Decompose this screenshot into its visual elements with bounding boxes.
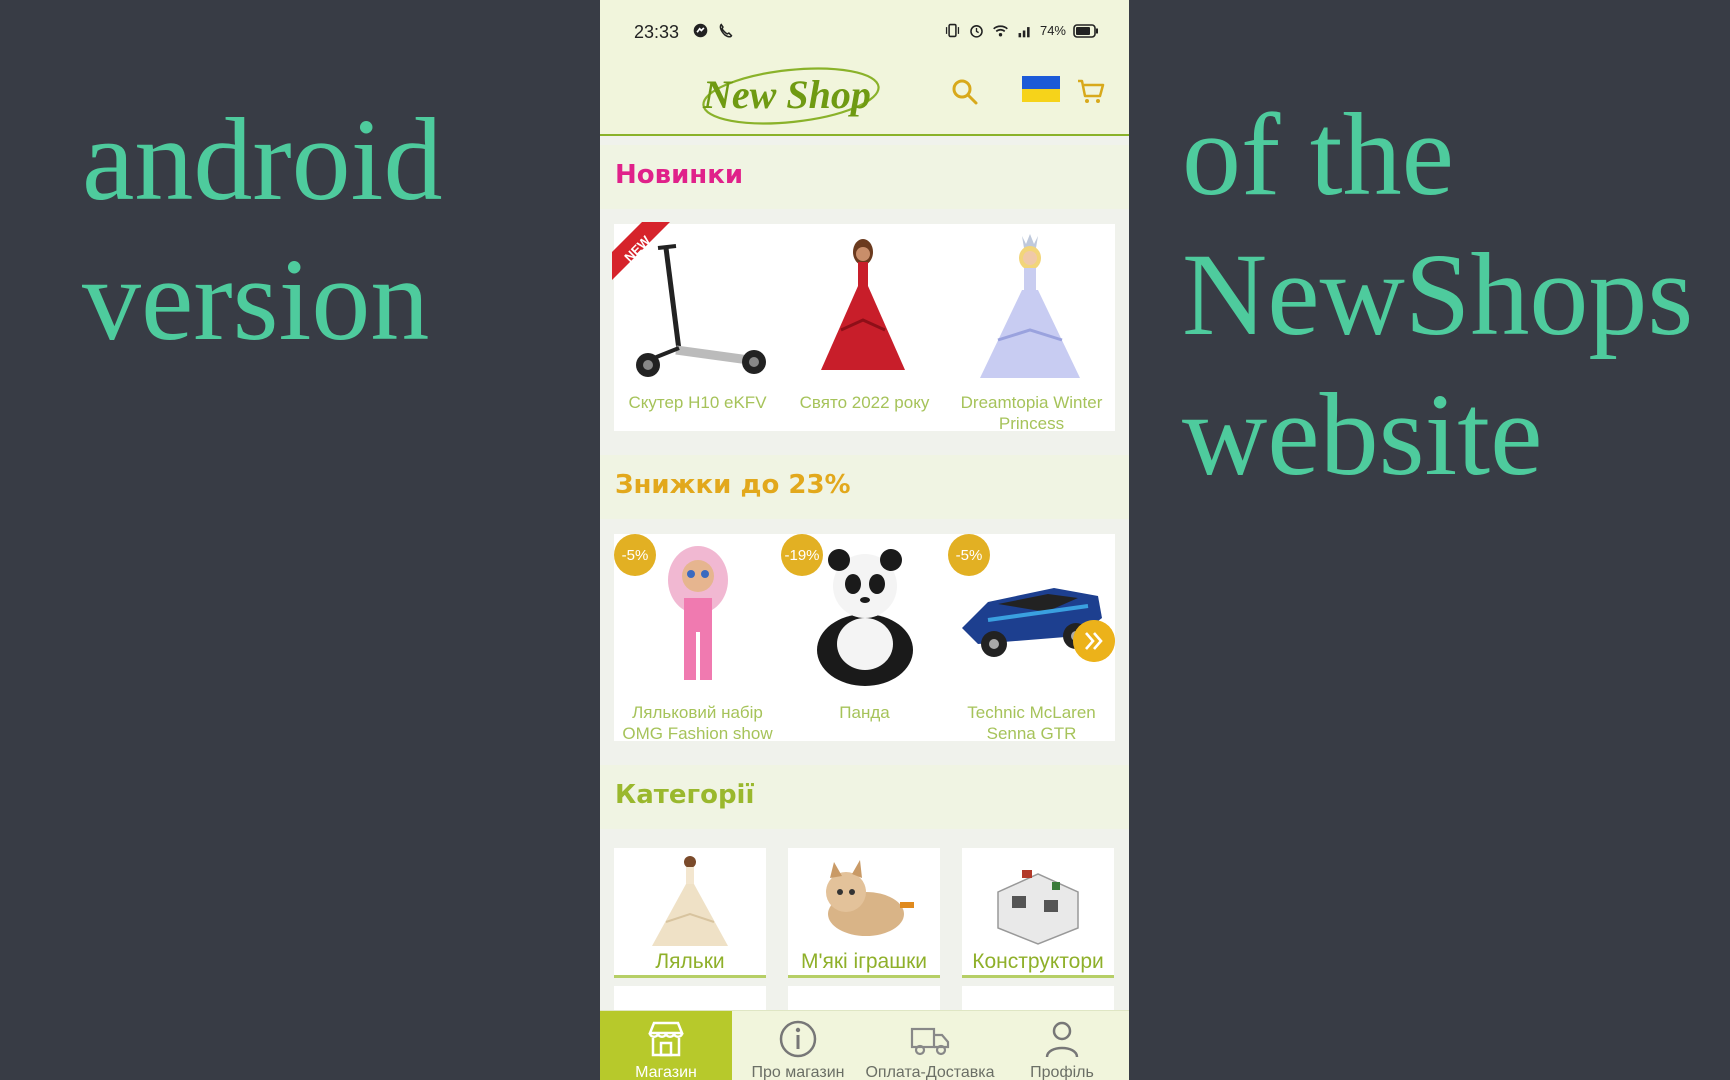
wifi-icon — [993, 25, 1008, 37]
category-name[interactable]: Конструктори — [962, 950, 1114, 974]
nav-item-store[interactable]: Магазин — [600, 1011, 732, 1080]
nav-label: Профіль — [1030, 1064, 1094, 1080]
product-name[interactable]: Dreamtopia Winter Princess — [948, 392, 1115, 434]
discount-badge: -19% — [781, 534, 823, 576]
messenger-icon — [693, 23, 708, 38]
battery-icon — [1073, 23, 1098, 38]
nav-item-about[interactable]: Про магазин — [732, 1011, 864, 1080]
overlay-line: NewShops — [1182, 229, 1694, 360]
overlay-line: version — [82, 234, 430, 365]
store-icon — [648, 1021, 684, 1057]
doll-red-dress-image — [821, 239, 905, 370]
signal-icon — [1018, 27, 1030, 38]
search-icon[interactable] — [950, 77, 980, 107]
info-icon — [779, 1020, 817, 1058]
new-shop-logo[interactable]: New Shop — [695, 64, 885, 126]
carousel-next-icon[interactable] — [1073, 620, 1115, 662]
discount-badge: -5% — [614, 534, 656, 576]
lego-house-image — [997, 870, 1079, 945]
cart-icon[interactable] — [1076, 76, 1106, 106]
phone-screen: 23:33 74% New Shop Новинки NEW Скутер H1… — [600, 0, 1129, 1080]
nav-label: Магазин — [635, 1064, 697, 1080]
delivery-truck-icon — [910, 1027, 950, 1056]
doll-wedding-image — [652, 856, 728, 946]
category-name[interactable]: Ляльки — [614, 950, 766, 974]
product-card[interactable]: Свято 2022 року — [781, 224, 948, 431]
app-header: New Shop — [600, 62, 1129, 136]
category-card[interactable] — [962, 986, 1114, 1010]
nav-item-profile[interactable]: Профіль — [996, 1011, 1128, 1080]
product-name[interactable]: Свято 2022 року — [781, 392, 948, 413]
battery-percent: 74% — [1039, 23, 1066, 38]
phone-call-icon — [719, 23, 733, 38]
discount-badge: -5% — [948, 534, 990, 576]
product-name[interactable]: Панда — [781, 702, 948, 723]
product-name[interactable]: Ляльковий набір OMG Fashion show — [614, 702, 781, 744]
discounts-carousel[interactable]: -5% Ляльковий набір OMG Fashion show -19… — [614, 534, 1115, 744]
new-arrivals-carousel[interactable]: NEW Скутер H10 eKFV Свято 2022 року Drea… — [612, 222, 1115, 434]
status-time: 23:33 — [634, 22, 680, 42]
profile-icon — [1045, 1021, 1079, 1058]
category-card[interactable] — [788, 986, 940, 1010]
plush-cat-image — [826, 860, 914, 936]
product-name[interactable]: Technic McLaren Senna GTR — [948, 702, 1115, 744]
product-card[interactable]: -5% Technic McLaren Senna GTR — [948, 534, 1115, 744]
discounts-title: Знижки до 23% — [615, 470, 851, 500]
product-card[interactable]: Dreamtopia Winter Princess — [948, 224, 1115, 434]
nav-item-payment-delivery[interactable]: Оплата-Доставка — [864, 1011, 996, 1080]
vibrate-icon — [945, 23, 960, 38]
doll-winter-princess-image — [980, 234, 1080, 378]
new-badge: NEW — [612, 222, 670, 280]
product-card[interactable]: NEW Скутер H10 eKFV — [612, 222, 781, 431]
overlay-caption-right: of the NewShops website — [1182, 85, 1693, 505]
nav-label: Про магазин — [751, 1064, 845, 1080]
product-card[interactable]: -19% Панда — [781, 534, 948, 741]
bottom-nav: Магазин Про магазин Оплата-Доставка Проф… — [600, 1010, 1129, 1080]
alarm-icon — [970, 25, 983, 38]
product-name[interactable]: Скутер H10 eKFV — [614, 392, 781, 413]
nav-label: Оплата-Доставка — [865, 1064, 995, 1080]
product-card[interactable]: -5% Ляльковий набір OMG Fashion show — [614, 534, 781, 744]
overlay-line: of the — [1182, 89, 1454, 220]
category-card-dolls[interactable]: Ляльки — [614, 848, 766, 978]
ukraine-flag[interactable] — [1022, 76, 1060, 102]
category-card-constructors[interactable]: Конструктори — [962, 848, 1114, 978]
category-card[interactable] — [614, 986, 766, 1010]
overlay-line: android — [82, 94, 443, 225]
category-name[interactable]: М'які іграшки — [788, 950, 940, 974]
status-bar: 23:33 74% — [600, 0, 1129, 62]
overlay-line: website — [1182, 369, 1543, 500]
category-card-soft-toys[interactable]: М'які іграшки — [788, 848, 940, 978]
overlay-caption-left: android version — [82, 90, 442, 370]
logo-text: New Shop — [702, 72, 871, 117]
categories-title: Категорії — [615, 780, 755, 810]
new-arrivals-title: Новинки — [615, 160, 744, 190]
